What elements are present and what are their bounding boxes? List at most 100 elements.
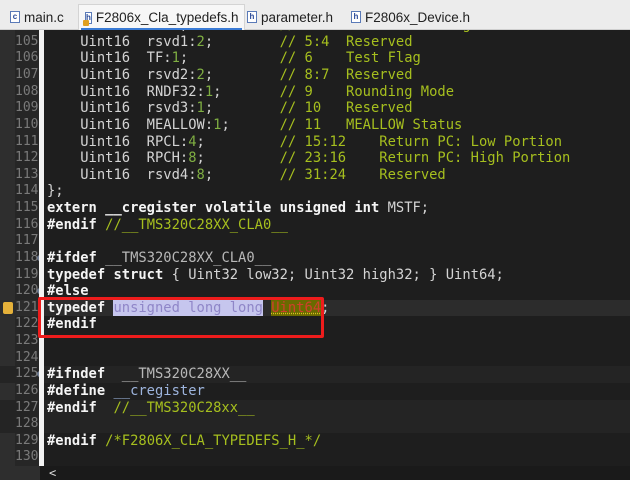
- code-token: typedef struct: [47, 266, 172, 283]
- line-number: 116: [15, 216, 39, 232]
- line-text: extern __cregister volatile unsigned int…: [47, 200, 429, 217]
- line-text: };: [47, 183, 64, 200]
- line-text: Uint16 MEALLOW:1; // 11 MEALLOW Status: [47, 117, 462, 134]
- code-token: ;: [180, 30, 280, 33]
- h-file-icon: h: [247, 11, 257, 23]
- code-line[interactable]: 117: [0, 233, 630, 250]
- code-line[interactable]: 109 Uint16 rsvd3:1; // 10 Reserved: [0, 100, 630, 117]
- code-line[interactable]: 125 #ifndef __TMS320C28XX__: [0, 366, 630, 383]
- line-number: 111: [15, 133, 39, 149]
- code-token: ;: [179, 50, 280, 67]
- code-token: 1: [172, 30, 180, 33]
- code-line[interactable]: 130: [0, 449, 630, 466]
- code-line[interactable]: 107 Uint16 rsvd2:2; // 8:7 Reserved: [0, 67, 630, 84]
- code-line[interactable]: 108 Uint16 RNDF32:1; // 9 Rounding Mode: [0, 84, 630, 101]
- line-text: #endif //__TMS320C28XX_CLA0__: [47, 217, 288, 234]
- code-line[interactable]: 113 Uint16 rsvd4:8; // 31:24 Reserved: [0, 167, 630, 184]
- code-token: // 10 Reserved: [279, 100, 413, 117]
- code-token: __TMS320C28XX_CLA0__: [105, 249, 272, 266]
- line-number: 122: [15, 316, 39, 332]
- code-token: //__TMS320C28xx__: [113, 399, 255, 416]
- code-line[interactable]: 116 #endif //__TMS320C28XX_CLA0__: [0, 217, 630, 234]
- line-number: 114: [15, 183, 39, 199]
- line-text: Uint16 rsvd4:8; // 31:24 Reserved: [47, 167, 446, 184]
- line-number: 107: [15, 67, 39, 83]
- code-line[interactable]: 114};: [0, 183, 630, 200]
- code-line[interactable]: 111 Uint16 RPCL:4; // 15:12 Return PC: L…: [0, 134, 630, 151]
- line-number: 106: [15, 50, 39, 66]
- code-token: // 23:16 Return PC: High Portion: [279, 150, 571, 167]
- code-line[interactable]: 119 typedef struct { Uint32 low32; Uint32…: [0, 267, 630, 284]
- line-text: Uint16 RPCH:8; // 23:16 Return PC: High …: [47, 150, 570, 167]
- c-file-icon: c: [10, 11, 20, 23]
- h-file-icon: h: [351, 11, 361, 23]
- code-token: 8: [196, 166, 205, 183]
- scrollbar-corner: [0, 466, 40, 480]
- code-token: 8: [188, 150, 197, 167]
- code-token: /*F2806X_CLA_TYPEDEFS_H_*/: [105, 432, 322, 449]
- code-line[interactable]: 126 #define __cregister: [0, 383, 630, 400]
- line-number: 113: [15, 166, 39, 182]
- code-line[interactable]: 112 Uint16 RPCH:8; // 23:16 Return PC: H…: [0, 150, 630, 167]
- line-number: 118: [15, 249, 39, 265]
- code-line[interactable]: 124: [0, 350, 630, 367]
- code-token: // 5:4 Reserved: [279, 33, 413, 50]
- code-token: #ifndef: [47, 366, 122, 383]
- code-token: ;: [204, 67, 280, 84]
- line-number: 130: [15, 449, 39, 465]
- code-line[interactable]: 118 #ifdef __TMS320C28XX_CLA0__: [0, 250, 630, 267]
- line-text: #endif /*F2806X_CLA_TYPEDEFS_H_*/: [47, 433, 321, 450]
- line-number: 129: [15, 432, 39, 448]
- line-number: 105: [15, 33, 39, 49]
- code-token: 1: [196, 100, 205, 117]
- tab-main-c[interactable]: c main.c: [4, 4, 70, 30]
- code-token: ;: [204, 33, 280, 50]
- line-number: 121: [15, 299, 39, 315]
- tab-f2806x-cla-typedefs-h[interactable]: h F2806x_Cla_typedefs.h ×: [78, 4, 254, 30]
- code-token: };: [47, 183, 64, 200]
- line-text: #ifdef __TMS320C28XX_CLA0__: [47, 250, 271, 267]
- code-token: Uint16 rsvd1:: [47, 33, 197, 50]
- code-token: #ifdef: [47, 249, 106, 266]
- code-line[interactable]: 129 #endif /*F2806X_CLA_TYPEDEFS_H_*/: [0, 433, 630, 450]
- code-token: Uint16 RNDF32:: [47, 83, 205, 100]
- tab-label: F2806x_Cla_typedefs.h: [95, 10, 239, 25]
- code-line[interactable]: 105 Uint16 rsvd1:2; // 5:4 Reserved: [0, 34, 630, 51]
- line-text: Uint16 rsvd1:2; // 5:4 Reserved: [47, 33, 413, 51]
- line-text: Uint16 rsvd2:2; // 8:7 Reserved: [47, 67, 412, 84]
- tab-parameter-h[interactable]: h parameter.h: [241, 4, 339, 30]
- code-token: ;: [221, 116, 280, 133]
- code-line[interactable]: 115 extern __cregister volatile unsigned …: [0, 200, 630, 217]
- code-line[interactable]: 106 Uint16 TF:1; // 6 Test Flag: [0, 50, 630, 67]
- code-token: 1: [171, 50, 180, 67]
- code-token: { Uint32 low32; Uint32 high32; } Uint64;: [171, 266, 504, 283]
- code-token: ;: [196, 150, 280, 167]
- code-token: 2: [196, 33, 205, 50]
- code-editor[interactable]: 104 Uint16 ZF:1; // 3 Zero Float Flag105…: [0, 30, 630, 466]
- code-line[interactable]: 110 Uint16 MEALLOW:1; // 11 MEALLOW Stat…: [0, 117, 630, 134]
- code-line[interactable]: 128: [0, 416, 630, 433]
- code-token: // 6 Test Flag: [279, 50, 421, 67]
- line-text: Uint16 RPCL:4; // 15:12 Return PC: Low P…: [47, 134, 562, 151]
- code-token: extern __cregister volatile unsigned int: [47, 200, 388, 217]
- code-token: ;: [204, 100, 280, 117]
- line-number: 124: [15, 349, 39, 365]
- highlight-box: [38, 297, 324, 338]
- code-token: #endif: [47, 216, 106, 233]
- code-token: 1: [204, 83, 214, 100]
- line-number: 117: [15, 233, 39, 249]
- scroll-left-arrow-icon[interactable]: <: [49, 466, 56, 480]
- horizontal-scrollbar[interactable]: <: [40, 466, 630, 480]
- line-text: #endif //__TMS320C28xx__: [47, 400, 255, 417]
- line-number: 127: [15, 399, 39, 415]
- code-line[interactable]: 127 #endif //__TMS320C28xx__: [0, 399, 630, 417]
- line-number: 119: [15, 266, 39, 282]
- line-number: 112: [15, 150, 39, 166]
- code-token: #endif: [47, 432, 106, 449]
- tab-f2806x-device-h[interactable]: h F2806x_Device.h: [345, 4, 476, 30]
- code-token: // 11 MEALLOW Status: [279, 116, 463, 133]
- code-token: #define: [47, 382, 114, 399]
- code-token: Uint16 rsvd2:: [47, 67, 197, 84]
- code-token: 4: [188, 133, 197, 150]
- warning-icon[interactable]: [3, 301, 13, 314]
